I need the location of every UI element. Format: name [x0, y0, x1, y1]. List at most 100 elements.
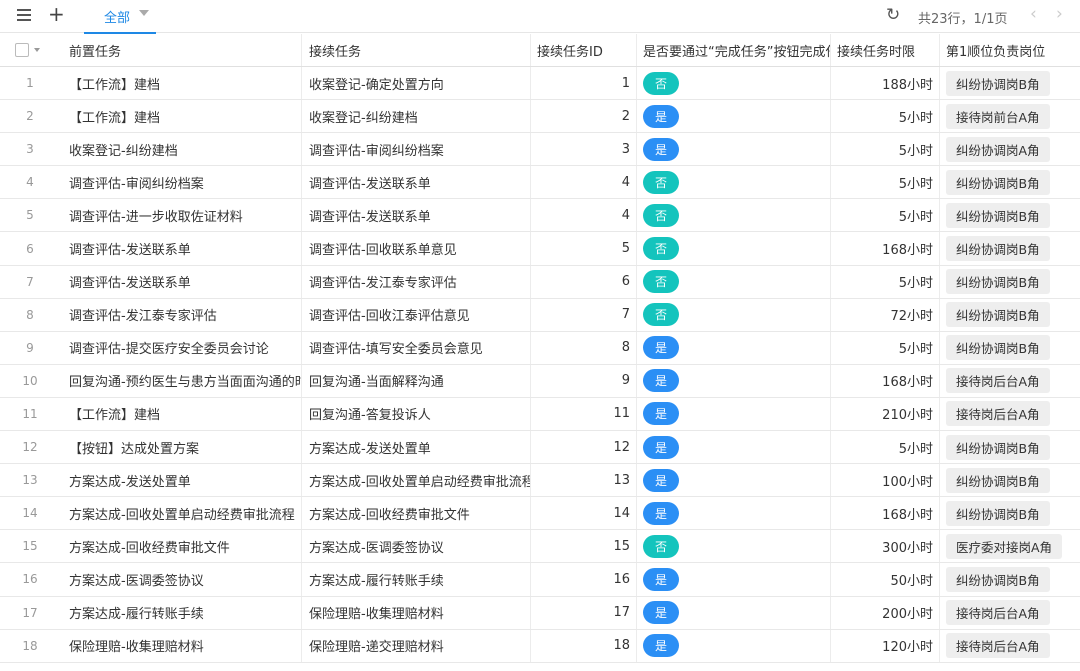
- cell-complete-flag[interactable]: 否: [637, 265, 831, 298]
- cell-pre-task[interactable]: 调查评估-发江泰专家评估: [60, 298, 302, 331]
- table-row[interactable]: 7 调查评估-发送联系单 调查评估-发江泰专家评估 6 否 5小时 纠纷协调岗B角: [0, 265, 1080, 299]
- complete-flag-pill[interactable]: 是: [643, 137, 679, 161]
- cell-next-task-id[interactable]: 1: [531, 67, 637, 100]
- cell-next-task[interactable]: 方案达成-发送处置单: [302, 431, 531, 464]
- menu-icon[interactable]: [17, 8, 33, 22]
- cell-role[interactable]: 纠纷协调岗B角: [940, 464, 1080, 496]
- cell-next-task-id[interactable]: 15: [531, 530, 637, 563]
- cell-next-task[interactable]: 调查评估-填写安全委员会意见: [302, 331, 531, 364]
- cell-complete-flag[interactable]: 是: [637, 431, 831, 464]
- role-tag[interactable]: 纠纷协调岗B角: [946, 467, 1050, 493]
- row-number-cell[interactable]: 8: [0, 299, 60, 331]
- cell-pre-task[interactable]: 方案达成-医调委签协议: [60, 563, 302, 596]
- complete-flag-pill[interactable]: 是: [643, 402, 679, 426]
- cell-next-task[interactable]: 调查评估-发送联系单: [302, 166, 531, 199]
- table-row[interactable]: 2 【工作流】建档 收案登记-纠纷建档 2 是 5小时 接待岗前台A角: [0, 100, 1080, 134]
- complete-flag-pill[interactable]: 否: [643, 303, 679, 327]
- cell-complete-flag[interactable]: 是: [637, 331, 831, 364]
- row-number-cell[interactable]: 11: [0, 398, 60, 430]
- cell-next-task-id[interactable]: 11: [531, 397, 637, 431]
- row-number-cell[interactable]: 1: [0, 67, 60, 99]
- cell-role[interactable]: 接待岗后台A角: [940, 365, 1080, 397]
- row-number-cell[interactable]: 4: [0, 166, 60, 198]
- role-tag[interactable]: 接待岗后台A角: [946, 600, 1050, 626]
- select-all-checkbox[interactable]: [14, 43, 29, 57]
- cell-next-task-id[interactable]: 9: [531, 364, 637, 397]
- tab-all[interactable]: 全部: [84, 0, 156, 34]
- cell-role[interactable]: 纠纷协调岗B角: [940, 497, 1080, 529]
- table-row[interactable]: 15 方案达成-回收经费审批文件 方案达成-医调委签协议 15 否 300小时 医疗委对接岗…: [0, 530, 1080, 564]
- cell-next-task-id[interactable]: 6: [531, 265, 637, 298]
- table-row[interactable]: 13 方案达成-发送处置单 方案达成-回收处置单启动经费审批流程 13 是 100小时 纠纷…: [0, 464, 1080, 498]
- cell-time-limit[interactable]: 210小时: [831, 397, 940, 431]
- complete-flag-pill[interactable]: 否: [643, 534, 679, 558]
- role-tag[interactable]: 纠纷协调岗B角: [946, 70, 1050, 96]
- cell-role[interactable]: 纠纷协调岗B角: [940, 563, 1080, 595]
- chevron-down-icon[interactable]: [139, 10, 149, 16]
- cell-next-task[interactable]: 收案登记-纠纷建档: [302, 100, 531, 133]
- cell-next-task[interactable]: 回复沟通-答复投诉人: [302, 397, 531, 431]
- cell-next-task[interactable]: 回复沟通-当面解释沟通: [302, 364, 531, 397]
- role-tag[interactable]: 纠纷协调岗B角: [946, 302, 1050, 328]
- table-row[interactable]: 18 保险理赔-收集理赔材料 保险理赔-递交理赔材料 18 是 120小时 接待岗后台A角: [0, 629, 1080, 663]
- cell-complete-flag[interactable]: 是: [637, 464, 831, 497]
- cell-next-task[interactable]: 调查评估-发江泰专家评估: [302, 265, 531, 298]
- cell-role[interactable]: 纠纷协调岗B角: [940, 67, 1080, 99]
- cell-complete-flag[interactable]: 是: [637, 397, 831, 431]
- row-number-cell[interactable]: 12: [0, 431, 60, 463]
- cell-next-task[interactable]: 保险理赔-收集理赔材料: [302, 596, 531, 629]
- cell-pre-task[interactable]: 保险理赔-收集理赔材料: [60, 629, 302, 662]
- table-row[interactable]: 12 【按钮】达成处置方案 方案达成-发送处置单 12 是 5小时 纠纷协调岗B角: [0, 431, 1080, 465]
- add-icon[interactable]: +: [48, 4, 65, 24]
- select-menu-chevron-icon[interactable]: [33, 48, 40, 52]
- role-tag[interactable]: 纠纷协调岗B角: [946, 236, 1050, 262]
- cell-complete-flag[interactable]: 是: [637, 563, 831, 596]
- cell-role[interactable]: 接待岗前台A角: [940, 100, 1080, 132]
- col-header-id[interactable]: 接续任务ID: [531, 34, 637, 66]
- cell-next-task-id[interactable]: 5: [531, 232, 637, 265]
- role-tag[interactable]: 接待岗后台A角: [946, 368, 1050, 394]
- complete-flag-pill[interactable]: 是: [643, 468, 679, 492]
- table-row[interactable]: 6 调查评估-发送联系单 调查评估-回收联系单意见 5 否 168小时 纠纷协调岗B角: [0, 232, 1080, 266]
- cell-complete-flag[interactable]: 否: [637, 232, 831, 265]
- cell-role[interactable]: 医疗委对接岗A角: [940, 530, 1080, 562]
- role-tag[interactable]: 医疗委对接岗A角: [946, 533, 1063, 559]
- cell-pre-task[interactable]: 方案达成-回收处置单启动经费审批流程: [60, 497, 302, 530]
- cell-time-limit[interactable]: 5小时: [831, 331, 940, 364]
- row-number-cell[interactable]: 3: [0, 133, 60, 165]
- complete-flag-pill[interactable]: 否: [643, 237, 679, 261]
- cell-next-task-id[interactable]: 4: [531, 199, 637, 232]
- cell-time-limit[interactable]: 100小时: [831, 464, 940, 497]
- col-header-flag[interactable]: 是否要通过“完成任务”按钮完成任务: [637, 34, 831, 66]
- table-row[interactable]: 1 【工作流】建档 收案登记-确定处置方向 1 否 188小时 纠纷协调岗B角: [0, 67, 1080, 101]
- cell-pre-task[interactable]: 【按钮】达成处置方案: [60, 431, 302, 464]
- cell-pre-task[interactable]: 收案登记-纠纷建档: [60, 133, 302, 166]
- cell-next-task[interactable]: 方案达成-医调委签协议: [302, 530, 531, 563]
- complete-flag-pill[interactable]: 是: [643, 336, 679, 360]
- cell-role[interactable]: 接待岗后台A角: [940, 597, 1080, 629]
- role-tag[interactable]: 纠纷协调岗B角: [946, 202, 1050, 228]
- cell-complete-flag[interactable]: 是: [637, 596, 831, 629]
- cell-time-limit[interactable]: 168小时: [831, 232, 940, 265]
- cell-role[interactable]: 纠纷协调岗B角: [940, 266, 1080, 298]
- cell-complete-flag[interactable]: 否: [637, 67, 831, 100]
- complete-flag-pill[interactable]: 是: [643, 369, 679, 393]
- row-number-cell[interactable]: 15: [0, 530, 60, 562]
- complete-flag-pill[interactable]: 是: [643, 601, 679, 625]
- role-tag[interactable]: 纠纷协调岗B角: [946, 566, 1050, 592]
- complete-flag-pill[interactable]: 否: [643, 270, 679, 294]
- cell-next-task-id[interactable]: 7: [531, 298, 637, 331]
- cell-time-limit[interactable]: 5小时: [831, 265, 940, 298]
- cell-time-limit[interactable]: 5小时: [831, 199, 940, 232]
- table-row[interactable]: 9 调查评估-提交医疗安全委员会讨论 调查评估-填写安全委员会意见 8 是 5小时 纠纷协调…: [0, 331, 1080, 365]
- cell-next-task-id[interactable]: 16: [531, 563, 637, 596]
- row-number-cell[interactable]: 9: [0, 332, 60, 364]
- complete-flag-pill[interactable]: 否: [643, 71, 679, 95]
- row-number-cell[interactable]: 2: [0, 100, 60, 132]
- cell-next-task[interactable]: 调查评估-回收联系单意见: [302, 232, 531, 265]
- role-tag[interactable]: 纠纷协调岗B角: [946, 500, 1050, 526]
- role-tag[interactable]: 纠纷协调岗B角: [946, 434, 1050, 460]
- cell-pre-task[interactable]: 方案达成-履行转账手续: [60, 596, 302, 629]
- cell-pre-task[interactable]: 【工作流】建档: [60, 397, 302, 431]
- role-tag[interactable]: 接待岗后台A角: [946, 401, 1050, 427]
